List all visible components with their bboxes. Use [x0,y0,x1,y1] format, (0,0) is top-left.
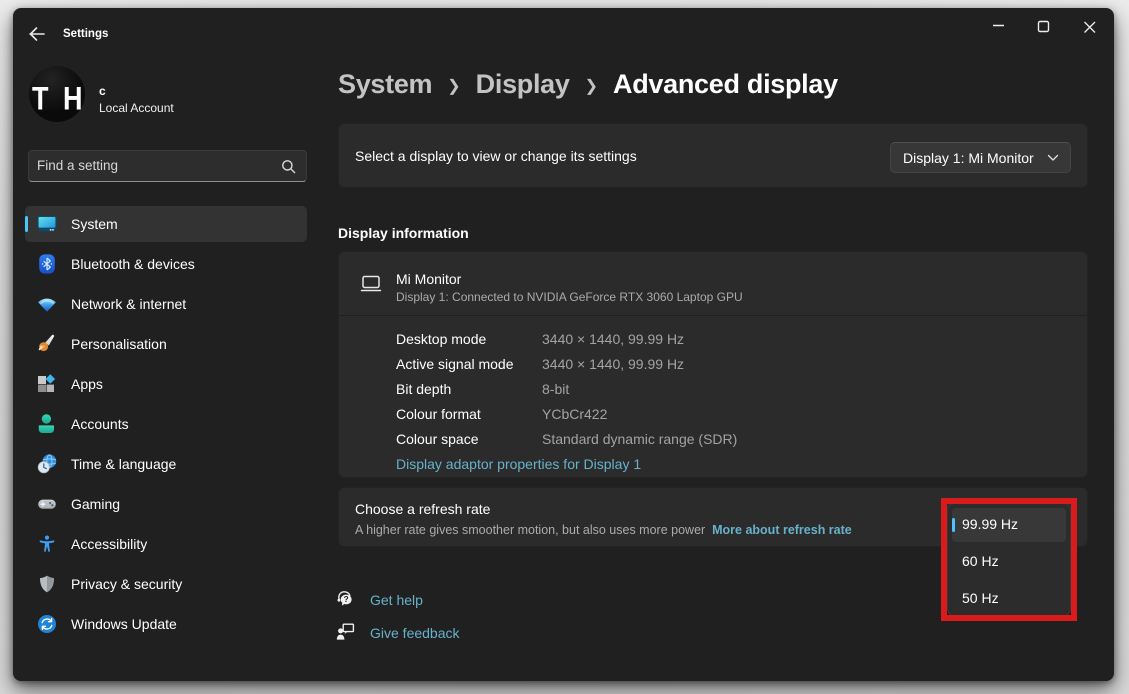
svg-text:?: ? [344,595,349,604]
